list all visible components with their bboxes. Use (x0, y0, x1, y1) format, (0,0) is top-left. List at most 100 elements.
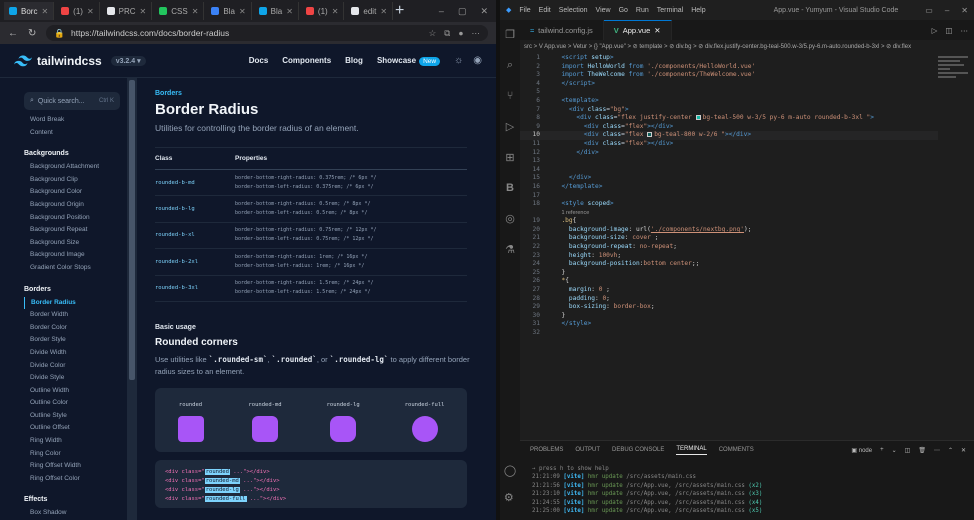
tab-close-icon[interactable]: ✕ (654, 26, 660, 35)
tab-close-icon[interactable]: ✕ (192, 7, 199, 16)
tailwind-logo[interactable]: tailwindcss v3.2.4 ▾ (14, 54, 146, 68)
menu-item[interactable]: Selection (559, 7, 588, 14)
code-editor[interactable]: 1 <script setup> 2 import HelloWorld from… (520, 54, 938, 440)
sidebar-item[interactable]: Background Image (24, 249, 127, 262)
sidebar-item[interactable]: Border Width (24, 309, 127, 322)
account-icon[interactable]: ◯ (504, 464, 516, 477)
sidebar-item[interactable]: Ring Offset Color (24, 473, 127, 486)
menu-item[interactable]: Edit (539, 7, 551, 14)
sidebar-item[interactable]: Border Color (24, 322, 127, 335)
browser-tab[interactable]: edit ✕ (346, 2, 394, 20)
browser-tab[interactable]: CSS ✕ (154, 2, 205, 20)
nav-components[interactable]: Components (282, 56, 331, 65)
browser-tab[interactable]: (1) ✕ (301, 2, 345, 20)
tab-close-icon[interactable]: ✕ (87, 7, 94, 16)
split-terminal-icon[interactable]: ◫ (905, 447, 911, 454)
remote-icon[interactable]: ◎ (505, 212, 515, 225)
terminal-output[interactable]: → press h to show help 21:21:09 [vite] hm… (520, 459, 974, 520)
sidebar-item[interactable]: Outline Offset (24, 422, 127, 435)
tab-tailwind-config[interactable]: ≈ tailwind.config.js (520, 20, 604, 40)
nav-blog[interactable]: Blog (345, 56, 363, 65)
sidebar-item[interactable]: Background Size (24, 237, 127, 250)
scrollbar-thumb[interactable] (129, 80, 135, 380)
sidebar-item[interactable]: Background Clip (24, 174, 127, 187)
back-icon[interactable]: ← (8, 28, 18, 39)
tab-close-icon[interactable]: ✕ (239, 7, 246, 16)
nav-docs[interactable]: Docs (249, 56, 269, 65)
sidebar-item[interactable]: Outline Style (24, 410, 127, 423)
tab-close-icon[interactable]: ✕ (286, 7, 293, 16)
menu-item[interactable]: Go (619, 7, 628, 14)
run-icon[interactable]: ▷ (932, 26, 938, 35)
sidebar-item[interactable]: Outline Color (24, 397, 127, 410)
close-icon[interactable]: ✕ (480, 6, 488, 17)
layout-icon[interactable]: ▭ (925, 6, 933, 15)
extensions-icon[interactable]: ⊞ (505, 151, 514, 164)
menu-item[interactable]: Terminal (657, 7, 683, 14)
sidebar-item[interactable]: Background Origin (24, 199, 127, 212)
trash-icon[interactable]: 🗑 (918, 447, 926, 454)
tab-close-icon[interactable]: ✕ (140, 7, 147, 16)
menu-item[interactable]: Help (691, 7, 705, 14)
sidebar-item[interactable]: Ring Color (24, 448, 127, 461)
panel-tab[interactable]: COMMENTS (719, 447, 754, 453)
testing-icon[interactable]: ⚗ (505, 243, 515, 256)
maximize-icon[interactable]: ▢ (458, 6, 467, 17)
sidebar-scrollbar[interactable] (127, 78, 137, 520)
more-icon[interactable]: ⋯ (934, 447, 940, 454)
tab-close-icon[interactable]: ✕ (380, 7, 387, 16)
sidebar-item[interactable]: Border Style (24, 334, 127, 347)
browser-tab[interactable]: Borc ✕ (4, 2, 55, 20)
menu-item[interactable]: File (519, 7, 530, 14)
sidebar-item[interactable]: Box Shadow (24, 507, 127, 520)
tab-close-icon[interactable]: ✕ (332, 7, 339, 16)
close-panel-icon[interactable]: ✕ (961, 447, 966, 454)
sidebar-item[interactable]: Divide Width (24, 347, 127, 360)
new-tab-icon[interactable]: + (395, 2, 404, 20)
github-icon[interactable]: ◉ (473, 55, 482, 66)
maximize-panel-icon[interactable]: ⌃ (948, 447, 953, 454)
minimap[interactable] (938, 54, 974, 114)
sidebar-item[interactable]: Content (24, 127, 127, 140)
sidebar-item[interactable]: Background Color (24, 186, 127, 199)
star-icon[interactable]: ☆ (429, 28, 437, 39)
search-input[interactable]: ⌕ Quick search... Ctrl K (24, 92, 120, 110)
minimize-icon[interactable]: – (439, 6, 444, 17)
panel-tab[interactable]: OUTPUT (575, 447, 600, 453)
sidebar-item[interactable]: Background Position (24, 212, 127, 225)
panel-tab[interactable]: TERMINAL (676, 446, 707, 455)
run-debug-icon[interactable]: ▷ (506, 120, 514, 133)
settings-gear-icon[interactable]: ⚙ (504, 491, 516, 504)
terminal-shell[interactable]: ▣ node (851, 447, 872, 454)
minimize-icon[interactable]: – (945, 6, 949, 15)
panel-tab[interactable]: DEBUG CONSOLE (612, 447, 664, 453)
nav-showcase[interactable]: Showcase New (377, 56, 441, 66)
split-editor-icon[interactable]: ◫ (945, 26, 952, 35)
url-field[interactable]: 🔒 https://tailwindcss.com/docs/border-ra… (46, 25, 488, 41)
panel-tab[interactable]: PROBLEMS (530, 447, 563, 453)
sidebar-item[interactable]: Border Radius (24, 296, 127, 310)
sidebar-item[interactable]: Word Break (24, 114, 127, 127)
sidebar-item[interactable]: Gradient Color Stops (24, 262, 127, 275)
tab-app-vue[interactable]: V App.vue ✕ (603, 20, 672, 40)
tab-close-icon[interactable]: ✕ (41, 7, 48, 16)
sidebar-item[interactable]: Divide Style (24, 372, 127, 385)
add-terminal-icon[interactable]: + (880, 447, 884, 454)
terminal-dropdown-icon[interactable]: ⌄ (892, 447, 897, 454)
sidebar-item[interactable]: Outline Width (24, 385, 127, 398)
more-icon[interactable]: ⋯ (961, 26, 969, 35)
extensions-icon[interactable]: ⧉ (444, 28, 450, 39)
browser-tab[interactable]: Bla ✕ (254, 2, 299, 20)
sidebar-item[interactable]: Ring Width (24, 435, 127, 448)
version-select[interactable]: v3.2.4 ▾ (110, 55, 146, 66)
sidebar-item[interactable]: Background Attachment (24, 161, 127, 174)
source-control-icon[interactable]: ⑂ (507, 90, 514, 102)
breadcrumb[interactable]: src > V App.vue > Vetur > {} "App.vue" >… (520, 40, 974, 54)
theme-toggle-icon[interactable]: ☼ (454, 55, 463, 66)
sidebar-item[interactable]: Ring Offset Width (24, 460, 127, 473)
explorer-icon[interactable]: ❐ (505, 28, 515, 41)
close-icon[interactable]: ✕ (961, 6, 968, 15)
sidebar-item[interactable]: Background Repeat (24, 224, 127, 237)
b-icon[interactable]: B (506, 182, 514, 194)
sidebar-item[interactable]: Divide Color (24, 360, 127, 373)
